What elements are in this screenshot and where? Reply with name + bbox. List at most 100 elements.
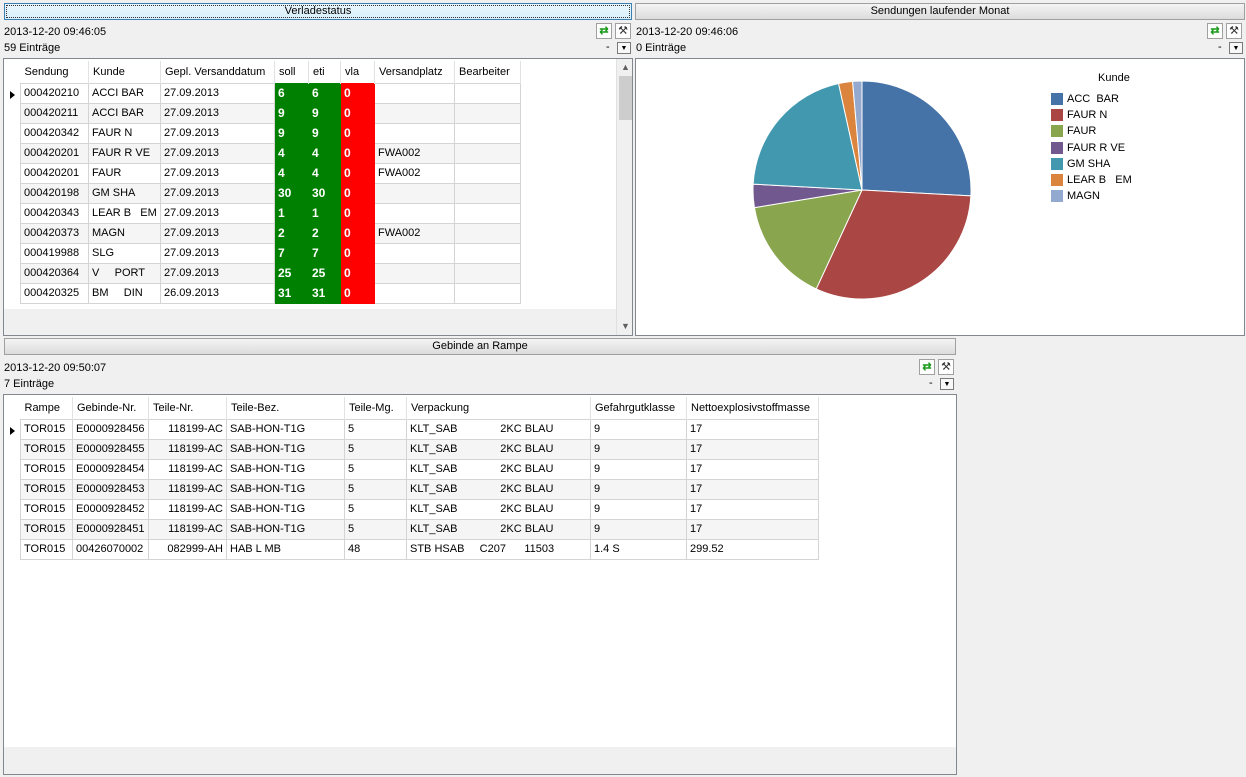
table-cell: 9: [274, 122, 309, 144]
column-header[interactable]: Verpackung: [406, 397, 591, 419]
table-cell: TOR015: [20, 498, 73, 520]
column-header[interactable]: Versandplatz: [374, 61, 455, 83]
scrollbar-thumb[interactable]: [619, 76, 632, 120]
table-row[interactable]: TOR015 E0000928453 118199-AC SAB-HON-T1G 5 KL…: [20, 478, 819, 500]
table-row[interactable]: 000420210 ACCI BAR 27.09.2013 6 6 0: [20, 82, 521, 104]
scroll-down-icon[interactable]: ▼: [617, 318, 632, 335]
table-cell: 000420211: [20, 102, 89, 124]
table-cell: [374, 282, 455, 304]
table-cell: TOR015: [20, 518, 73, 540]
chevron-down-icon[interactable]: ▼: [617, 42, 631, 54]
refresh-icon[interactable]: ⇄: [596, 23, 612, 39]
gebinde-count: 7 Einträge: [4, 378, 55, 390]
verladestatus-scrollbar[interactable]: ▲ ▼: [616, 59, 632, 335]
column-header[interactable]: Gebinde-Nr.: [72, 397, 149, 419]
refresh-icon[interactable]: ⇄: [919, 359, 935, 375]
column-header[interactable]: Teile-Mg.: [344, 397, 407, 419]
table-cell: 4: [308, 142, 341, 164]
table-row[interactable]: TOR015 E0000928454 118199-AC SAB-HON-T1G 5 KL…: [20, 458, 819, 480]
table-row[interactable]: 000420211 ACCI BAR 27.09.2013 9 9 0: [20, 102, 521, 124]
column-header[interactable]: Gepl. Versanddatum: [160, 61, 275, 83]
table-row[interactable]: 000420201 FAUR R VE 27.09.2013 4 4 0 FWA002: [20, 142, 521, 164]
chevron-down-icon[interactable]: ▼: [1229, 42, 1243, 54]
table-cell: 118199-AC: [148, 438, 227, 460]
table-cell: [374, 182, 455, 204]
table-row[interactable]: 000420325 BM DIN 26.09.2013 31 31 0: [20, 282, 521, 304]
verladestatus-header-button[interactable]: Verladestatus: [4, 3, 632, 20]
table-cell: 7: [274, 242, 309, 264]
table-cell: 25: [308, 262, 341, 284]
sendungen-chart-area: Kunde ACC BAR FAUR N FAUR FAUR R VE GM SHA LE…: [635, 58, 1245, 336]
verladestatus-grid[interactable]: Sendung Kunde Gepl. Versanddatum soll eti vla…: [3, 58, 633, 336]
column-header[interactable]: soll: [274, 61, 309, 83]
table-cell: 9: [590, 498, 687, 520]
chevron-down-icon[interactable]: ▼: [940, 378, 954, 390]
table-cell: FAUR R VE: [88, 142, 161, 164]
column-header[interactable]: eti: [308, 61, 341, 83]
table-cell: TOR015: [20, 458, 73, 480]
table-cell: 000420201: [20, 162, 89, 184]
table-row[interactable]: 000420364 V PORT 27.09.2013 25 25 0: [20, 262, 521, 284]
table-cell: E0000928451: [72, 518, 149, 540]
table-cell: 2: [308, 222, 341, 244]
grid-footer-area: [4, 747, 956, 774]
table-cell: 27.09.2013: [160, 222, 275, 244]
table-row[interactable]: 000420198 GM SHA 27.09.2013 30 30 0: [20, 182, 521, 204]
column-header[interactable]: Rampe: [20, 397, 73, 419]
legend-swatch: [1051, 125, 1063, 138]
column-header[interactable]: Kunde: [88, 61, 161, 83]
table-cell: 0: [340, 142, 375, 164]
table-cell: 17: [686, 478, 819, 500]
table-cell: 31: [308, 282, 341, 304]
table-cell: 6: [308, 82, 341, 104]
column-header[interactable]: Sendung: [20, 61, 89, 83]
table-row[interactable]: TOR015 E0000928456 118199-AC SAB-HON-T1G 5 KL…: [20, 418, 819, 440]
table-cell: 6: [274, 82, 309, 104]
column-header[interactable]: Teile-Bez.: [226, 397, 345, 419]
table-row[interactable]: 000420373 MAGN 27.09.2013 2 2 0 FWA002: [20, 222, 521, 244]
table-cell: LEAR B EM: [88, 202, 161, 224]
pie-slice[interactable]: [861, 80, 972, 197]
table-cell: 17: [686, 418, 819, 440]
column-header[interactable]: Gefahrgutklasse: [590, 397, 687, 419]
table-row[interactable]: 000420342 FAUR N 27.09.2013 9 9 0: [20, 122, 521, 144]
scroll-up-icon[interactable]: ▲: [617, 59, 632, 76]
legend-label: FAUR: [1067, 125, 1097, 138]
table-cell: 000420364: [20, 262, 89, 284]
table-row[interactable]: TOR015 E0000928455 118199-AC SAB-HON-T1G 5 KL…: [20, 438, 819, 460]
refresh-icon[interactable]: ⇄: [1207, 23, 1223, 39]
table-cell: 299.52: [686, 538, 819, 560]
legend-swatch: [1051, 141, 1063, 154]
table-cell: 9: [590, 418, 687, 440]
tools-icon[interactable]: ⚒: [1226, 23, 1242, 39]
table-row[interactable]: TOR015 E0000928452 118199-AC SAB-HON-T1G 5 KL…: [20, 498, 819, 520]
table-cell: 27.09.2013: [160, 202, 275, 224]
gebinde-header-button[interactable]: Gebinde an Rampe: [4, 338, 956, 355]
table-cell: [454, 82, 521, 104]
table-cell: 30: [274, 182, 309, 204]
table-cell: [374, 262, 455, 284]
table-cell: SLG: [88, 242, 161, 264]
column-header[interactable]: Nettoexplosivstoffmasse: [686, 397, 819, 419]
column-header[interactable]: Bearbeiter: [454, 61, 521, 83]
legend-item: ACC BAR: [1051, 93, 1119, 105]
column-header[interactable]: Teile-Nr.: [148, 397, 227, 419]
table-row[interactable]: 000420343 LEAR B EM 27.09.2013 1 1 0: [20, 202, 521, 224]
table-cell: 118199-AC: [148, 498, 227, 520]
legend-item: FAUR R VE: [1051, 141, 1125, 154]
table-cell: 118199-AC: [148, 518, 227, 540]
tools-icon[interactable]: ⚒: [615, 23, 631, 39]
table-row[interactable]: 000419988 SLG 27.09.2013 7 7 0: [20, 242, 521, 264]
table-cell: 1: [308, 202, 341, 224]
table-row[interactable]: TOR015 00426070002 082999-AH HAB L MB 48 STB …: [20, 538, 819, 560]
table-row[interactable]: 000420201 FAUR 27.09.2013 4 4 0 FWA002: [20, 162, 521, 184]
gebinde-grid[interactable]: Rampe Gebinde-Nr. Teile-Nr. Teile-Bez. Teile…: [3, 394, 957, 775]
table-cell: 9: [308, 102, 341, 124]
table-cell: ACCI BAR: [88, 82, 161, 104]
table-cell: [454, 222, 521, 244]
column-header[interactable]: vla: [340, 61, 375, 83]
table-row[interactable]: TOR015 E0000928451 118199-AC SAB-HON-T1G 5 KL…: [20, 518, 819, 540]
tools-icon[interactable]: ⚒: [938, 359, 954, 375]
sendungen-timestamp: 2013-12-20 09:46:06: [636, 26, 739, 38]
sendungen-header-button[interactable]: Sendungen laufender Monat: [635, 3, 1245, 20]
